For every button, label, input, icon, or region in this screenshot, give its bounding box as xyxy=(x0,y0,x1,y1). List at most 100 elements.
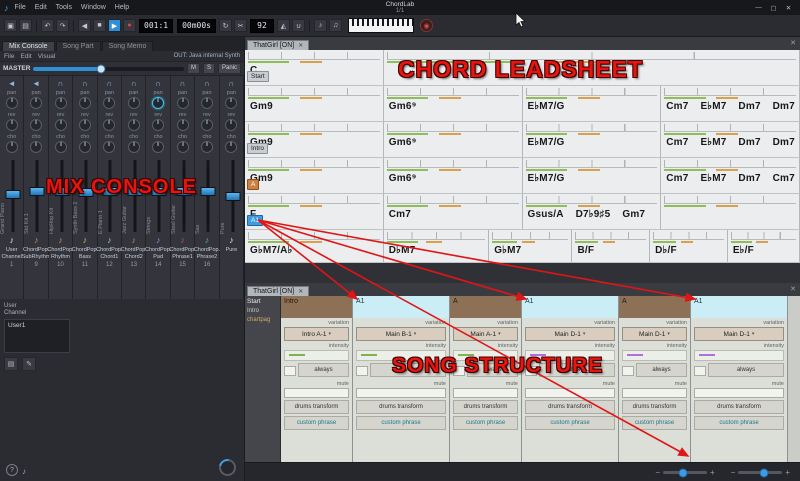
fader-handle[interactable] xyxy=(201,187,216,196)
chord-cell[interactable]: Gm9 xyxy=(245,158,384,193)
custom-phrase-button[interactable]: custom phrase xyxy=(525,416,615,430)
song-section-column[interactable]: AvariationMain A-1▾intensityalwaysmutedr… xyxy=(450,296,522,462)
save-button[interactable]: ▣ xyxy=(4,19,17,32)
pan-knob[interactable] xyxy=(55,97,67,109)
cho-knob[interactable] xyxy=(177,141,189,153)
chord-cell[interactable]: G♭M7 xyxy=(489,230,572,262)
tab-thatgirl-leadsheet[interactable]: ThatGirl [ON] ✕ xyxy=(247,40,309,50)
pan-knob[interactable] xyxy=(79,97,91,109)
option-box[interactable] xyxy=(453,366,465,376)
panel-close-icon[interactable]: ✕ xyxy=(790,285,796,293)
rev-knob[interactable] xyxy=(79,119,91,131)
rev-knob[interactable] xyxy=(30,119,42,131)
channel-strip[interactable]: ∩panrevchoStrings♪ChordPop. Pad14 xyxy=(146,76,170,299)
open-button[interactable]: ▤ xyxy=(19,19,32,32)
fader-handle[interactable] xyxy=(30,187,45,196)
chord-cell[interactable]: G♭M7/A♭ xyxy=(245,230,384,262)
song-section-column[interactable]: A1variationMain D-1▾intensityalwaysmuted… xyxy=(691,296,788,462)
tab-song-memo[interactable]: Song Memo xyxy=(102,41,154,51)
menu-help[interactable]: Help xyxy=(115,4,129,11)
folder-icon[interactable]: ▤ xyxy=(4,357,18,371)
rev-knob[interactable] xyxy=(201,119,213,131)
pan-knob[interactable] xyxy=(30,97,42,109)
chord-cell[interactable]: Gm9 xyxy=(245,86,384,121)
intensity-bar[interactable] xyxy=(284,350,349,361)
chord-cell[interactable]: Gm6⁹ xyxy=(384,158,523,193)
variation-dropdown[interactable]: Main D-1▾ xyxy=(694,327,784,341)
cut-button[interactable]: ✂ xyxy=(234,19,247,32)
section-badge-a1[interactable]: A1 xyxy=(247,215,263,226)
tab-mix-console[interactable]: Mix Console xyxy=(2,41,55,51)
pencil-icon[interactable]: ✎ xyxy=(22,357,36,371)
rev-knob[interactable] xyxy=(103,119,115,131)
channel-strip[interactable]: ∩panrevchoPure♪Pure xyxy=(220,76,244,299)
chord-cell[interactable]: Gm6⁹ xyxy=(384,122,523,157)
rev-knob[interactable] xyxy=(177,119,189,131)
piano-keyboard[interactable] xyxy=(348,18,414,33)
section-header[interactable]: A xyxy=(619,296,690,318)
channel-strip[interactable]: ∩panrevchoHipHop Kit♪ChordPop. Rhythm10 xyxy=(49,76,73,299)
custom-phrase-button[interactable]: custom phrase xyxy=(622,416,687,430)
menu-tools[interactable]: Tools xyxy=(56,4,72,11)
always-button[interactable]: always xyxy=(539,363,615,377)
intensity-bar[interactable] xyxy=(622,350,687,361)
cho-knob[interactable] xyxy=(128,141,140,153)
rewind-button[interactable]: ◀ xyxy=(78,19,91,32)
custom-phrase-button[interactable]: custom phrase xyxy=(453,416,518,430)
snap-magnet-button[interactable]: ∪ xyxy=(292,19,305,32)
mixer-menu-file[interactable]: File xyxy=(4,53,14,60)
zoom-out-icon[interactable]: − xyxy=(731,468,736,477)
volume-fader[interactable]: E.Piano 1 xyxy=(98,158,121,234)
drums-transform-button[interactable]: drums transform xyxy=(525,400,615,414)
drums-transform-button[interactable]: drums transform xyxy=(694,400,784,414)
start-column-item[interactable]: chartpag xyxy=(247,317,278,323)
song-section-column[interactable]: A1variationMain D-1▾intensityalwaysmuted… xyxy=(522,296,619,462)
close-icon[interactable]: ✕ xyxy=(298,288,303,295)
mute-box[interactable] xyxy=(622,388,687,398)
volume-fader[interactable]: Pure xyxy=(220,158,243,234)
section-header[interactable]: A1 xyxy=(522,296,618,318)
undo-button[interactable]: ↶ xyxy=(41,19,54,32)
cho-knob[interactable] xyxy=(55,141,67,153)
chord-cell[interactable] xyxy=(661,194,800,229)
maximize-button[interactable]: ▢ xyxy=(766,4,781,12)
always-button[interactable]: always xyxy=(370,363,446,377)
chord-cell[interactable]: F xyxy=(245,194,384,229)
always-button[interactable]: always xyxy=(298,363,349,377)
section-header[interactable]: A1 xyxy=(691,296,787,318)
option-box[interactable] xyxy=(694,366,706,376)
menu-window[interactable]: Window xyxy=(81,4,106,11)
pan-knob[interactable] xyxy=(201,97,213,109)
tab-thatgirl-structure[interactable]: ThatGirl [ON] ✕ xyxy=(247,286,309,296)
zoom-slider-handle[interactable] xyxy=(678,468,687,477)
tempo-display[interactable]: 92 xyxy=(250,19,274,33)
metronome-button[interactable]: ◭ xyxy=(277,19,290,32)
mute-box[interactable] xyxy=(525,388,615,398)
cho-knob[interactable] xyxy=(30,141,42,153)
chord-cell[interactable]: Cm7 xyxy=(384,194,523,229)
tab-song-part[interactable]: Song Part xyxy=(56,41,101,51)
custom-phrase-button[interactable]: custom phrase xyxy=(356,416,446,430)
fader-handle[interactable] xyxy=(225,192,240,201)
volume-fader[interactable]: Strings xyxy=(146,158,169,234)
channel-strip[interactable]: ∩panrevchoSynth Bass 2♪ChordPop. Bass11 xyxy=(73,76,97,299)
fader-handle[interactable] xyxy=(103,187,118,196)
play-button[interactable]: ▶ xyxy=(108,19,121,32)
channel-strip[interactable]: ∩panrevchoSteel Guitar♪ChordPop. Phrase1… xyxy=(171,76,195,299)
volume-fader[interactable]: Sax xyxy=(195,158,218,234)
chord-cell[interactable]: E♭/F xyxy=(728,230,800,262)
minimize-button[interactable]: — xyxy=(751,4,766,12)
rev-knob[interactable] xyxy=(6,119,18,131)
fader-handle[interactable] xyxy=(127,187,142,196)
close-button[interactable]: ✕ xyxy=(781,4,796,12)
master-knob[interactable] xyxy=(216,456,240,480)
section-header[interactable]: A1 xyxy=(353,296,449,318)
cho-knob[interactable] xyxy=(152,141,164,153)
custom-phrase-button[interactable]: custom phrase xyxy=(694,416,784,430)
channel-strip[interactable]: ∩panrevchoJazz Guitar♪ChordPop. Chord213 xyxy=(122,76,146,299)
mute-box[interactable] xyxy=(694,388,784,398)
variation-dropdown[interactable]: Main A-1▾ xyxy=(453,327,518,341)
rev-knob[interactable] xyxy=(152,119,164,131)
chord-cell[interactable]: D♭M7 xyxy=(384,230,489,262)
drums-transform-button[interactable]: drums transform xyxy=(622,400,687,414)
